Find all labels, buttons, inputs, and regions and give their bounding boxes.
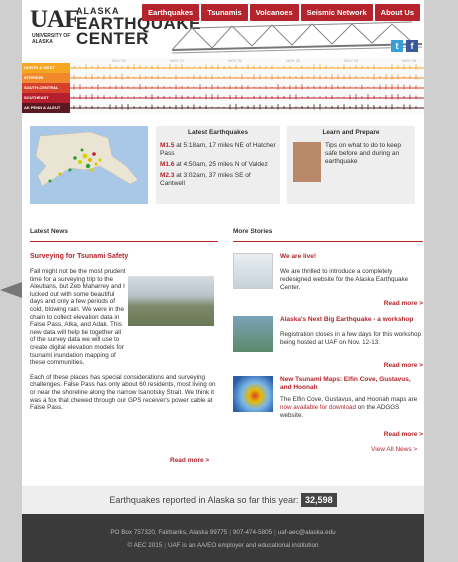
footer-legal-line: © AEC 2015 | UAF is an AA/EO employer and …	[127, 542, 319, 549]
seismograph-date-label: NOV 23	[286, 58, 301, 63]
quake-item[interactable]: M1.5 at 5:18am, 17 miles NE of Hatcher P…	[160, 142, 276, 158]
seismograph-date-label: NOV 21	[170, 58, 185, 63]
counter-label: Earthquakes reported in Alaska so far th…	[109, 495, 299, 505]
seismograph-row-label: NORTH & WEST	[22, 63, 70, 73]
seismograph-row-label: SOUTHEAST	[22, 93, 70, 103]
nav-seismic-network[interactable]: Seismic Network	[300, 4, 373, 21]
seismograph-traces: NOV 20 NOV 21 NOV 22 NOV 23 NOV 24 NOV 25	[70, 58, 424, 110]
footer-address: PO Box 757320, Fairbanks, Alaska 99775	[110, 529, 228, 536]
story-title[interactable]: We are live!	[280, 253, 423, 261]
logo-uaf-text: UAF	[30, 6, 79, 33]
story-thumbnail[interactable]	[233, 253, 273, 289]
twitter-icon[interactable]: t	[391, 40, 403, 52]
story-item: Alaska's Next Big Earthquake - a worksho…	[233, 316, 423, 369]
social-links: t f	[391, 40, 418, 52]
seismograph-rows: NOV 20 NOV 21 NOV 22 NOV 23 NOV 24 NOV 25	[70, 58, 424, 110]
news-paragraph-1-part: Fall might not be the most prudent time …	[30, 268, 126, 367]
latest-news-rule	[30, 241, 218, 242]
learn-title: Learn and Prepare	[322, 129, 380, 136]
quake-description: at 5:18am, 17 miles NE of Hatcher Pass	[160, 142, 276, 157]
news-paragraph-1: Fall might not be the most prudent time …	[30, 268, 126, 367]
main-nav: Earthquakes Tsunamis Volcanoes Seismic N…	[142, 4, 420, 21]
earthquake-counter-bar: Earthquakes reported in Alaska so far th…	[22, 486, 424, 514]
quake-item[interactable]: M2.3 at 3:02am, 37 miles SE of Cantwell	[160, 172, 276, 188]
news-article-body: Fall might not be the most prudent time …	[30, 268, 218, 419]
seismograph-row-label: INTERIOR	[22, 73, 70, 83]
latest-earthquakes-panel: Latest Earthquakes M1.5 at 5:18am, 17 mi…	[156, 126, 280, 204]
story-text: Registration closes in a few days for th…	[280, 331, 422, 346]
quake-magnitude[interactable]: M2.3	[160, 172, 174, 179]
latest-news-heading: Latest News	[30, 228, 68, 235]
story-read-more-link[interactable]: Read more >	[384, 431, 423, 438]
seismograph-row-label: SOUTH-CENTRAL	[22, 83, 70, 93]
overlay-pointer-arrow	[0, 282, 22, 298]
news-paragraph-2: Each of these places has special conside…	[30, 373, 216, 412]
nav-volcanoes[interactable]: Volcanoes	[249, 4, 299, 21]
seismograph-strip[interactable]: NOV 20 NOV 21 NOV 22 NOV 23 NOV 24 NOV 25 NOR…	[22, 58, 424, 114]
more-stories-rule	[233, 241, 423, 242]
story-read-more-link[interactable]: Read more >	[384, 362, 423, 369]
alaska-map-graphic	[30, 126, 148, 204]
story-title[interactable]: Alaska's Next Big Earthquake - a worksho…	[280, 316, 423, 324]
site-header: UAF UNIVERSITY OF ALASKA ALASKA EARTHQUA…	[22, 0, 424, 58]
nav-tsunamis[interactable]: Tsunamis	[201, 4, 248, 21]
news-read-more-link[interactable]: Read more >	[170, 457, 209, 464]
seismograph-date-label: NOV 20	[112, 58, 127, 63]
footer-phone[interactable]: 907-474-5805	[233, 529, 272, 536]
story-text: We are thrilled to introduce a completel…	[280, 268, 409, 291]
nav-earthquakes[interactable]: Earthquakes	[142, 4, 200, 21]
latest-earthquakes-title: Latest Earthquakes	[188, 129, 248, 136]
facebook-icon[interactable]: f	[406, 40, 418, 52]
story-title[interactable]: New Tsunami Maps: Elfin Cove, Gustavus, …	[280, 376, 423, 392]
story-text: The Elfin Cove, Gustavus, and Hoonah map…	[280, 396, 423, 420]
story-text-pre: The Elfin Cove, Gustavus, and Hoonah map…	[280, 396, 418, 403]
news-article-title[interactable]: Surveying for Tsunami Safety	[30, 253, 128, 260]
story-thumbnail[interactable]	[233, 376, 273, 412]
seismograph-date-label: NOV 24	[344, 58, 359, 63]
counter-value: 32,598	[301, 493, 337, 507]
story-download-link[interactable]: now available for download	[280, 404, 356, 411]
seismograph-row-label: AK PENN & ALEUT	[22, 103, 70, 113]
logo-university-text: UNIVERSITY OF ALASKA	[32, 33, 71, 45]
quake-description: at 3:02am, 37 miles SE of Cantwell	[160, 172, 251, 187]
quake-magnitude[interactable]: M1.6	[160, 161, 174, 168]
bridge-graphic	[172, 21, 422, 54]
quake-description: at 4:50am, 25 miles N of Valdez	[176, 161, 268, 168]
story-thumbnail[interactable]	[233, 316, 273, 352]
learn-and-prepare-panel[interactable]: Learn and Prepare Tips on what to do to …	[287, 126, 415, 204]
seismograph-date-label: NOV 22	[228, 58, 243, 63]
view-all-news-link[interactable]: View All News >	[371, 446, 417, 453]
learn-description: Tips on what to do to keep safe before a…	[325, 142, 402, 165]
footer-eeo-notice[interactable]: UAF is an AA/EO employer and educational…	[168, 542, 319, 549]
story-read-more-link[interactable]: Read more >	[384, 300, 423, 307]
footer-email[interactable]: uaf-aec@alaska.edu	[278, 529, 336, 536]
learn-photo	[293, 142, 321, 182]
page: UAF UNIVERSITY OF ALASKA ALASKA EARTHQUA…	[22, 0, 424, 562]
quake-magnitude[interactable]: M1.5	[160, 142, 174, 149]
story-item: We are live! We are thrilled to introduc…	[233, 253, 423, 307]
story-item: New Tsunami Maps: Elfin Cove, Gustavus, …	[233, 376, 423, 440]
nav-about-us[interactable]: About Us	[374, 4, 420, 21]
more-stories-heading: More Stories	[233, 228, 273, 235]
quake-item[interactable]: M1.6 at 4:50am, 25 miles N of Valdez	[160, 161, 276, 169]
footer-copyright: © AEC 2015	[127, 542, 163, 549]
seismograph-date-label: NOV 25	[402, 58, 417, 63]
site-footer: PO Box 757320, Fairbanks, Alaska 99775 | 9…	[22, 514, 424, 562]
earthquake-map[interactable]	[30, 126, 148, 204]
footer-contact-line: PO Box 757320, Fairbanks, Alaska 99775 | 9…	[110, 529, 336, 536]
